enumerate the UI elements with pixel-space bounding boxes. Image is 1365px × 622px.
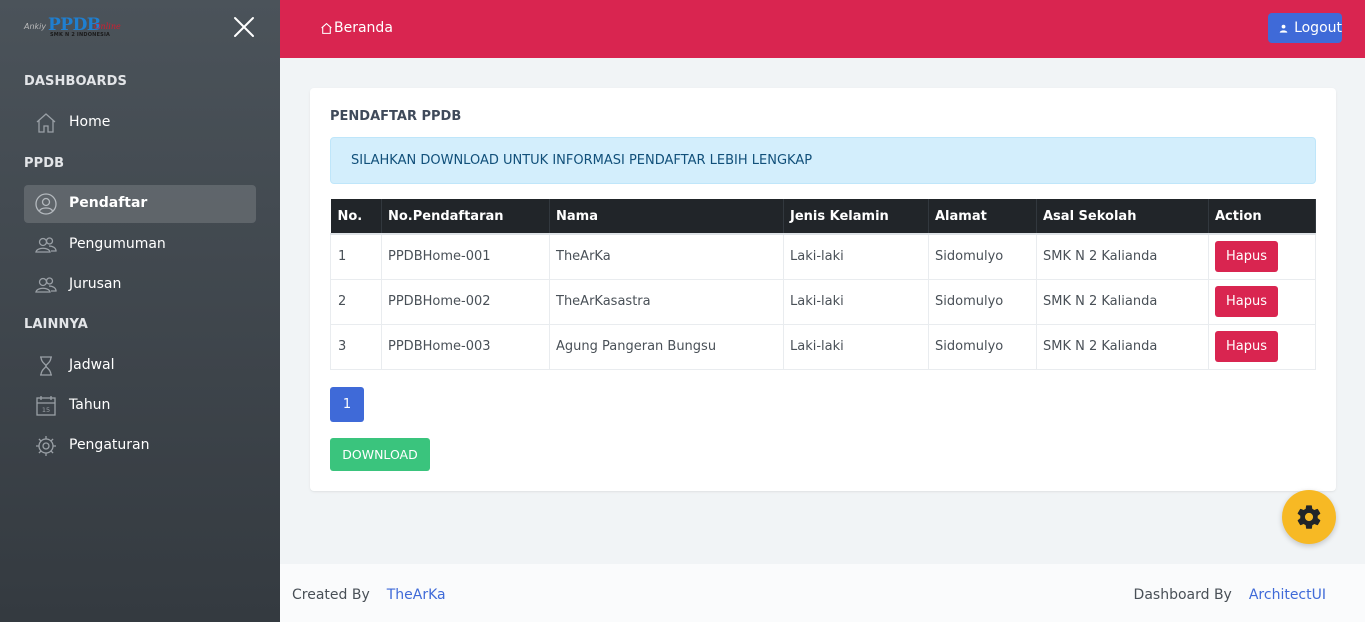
hourglass-icon [40,356,52,376]
sidebar-item-label: Pengaturan [69,437,150,453]
gear-icon [36,436,56,456]
table-cell: Hapus [1208,278,1316,325]
sidebar-heading-lainnya: LAINNYA [24,317,88,332]
table-cell: Hapus [1208,323,1316,370]
sidebar-item-label: Jurusan [69,276,122,292]
table-cell: Agung Pangeran Bungsu [549,323,784,370]
download-button[interactable]: DOWNLOAD [330,438,430,471]
sidebar-item-label: Jadwal [69,357,115,373]
calendar-icon: 15 [36,396,56,416]
table-cell: PPDBHome-001 [381,233,550,280]
footer-credit: Created By TheArKa [292,587,446,603]
created-by-link[interactable]: TheArKa [387,587,446,603]
column-header: Action [1208,199,1316,235]
created-by-label: Created By [292,587,370,603]
dashboard-by-link[interactable]: ArchitectUI [1249,587,1326,603]
table-cell: Laki-laki [783,278,929,325]
sidebar: Ankiy PPDB Online SMK N 2 INDONESIA DASH… [0,0,280,622]
logout-label: Logout [1294,20,1342,36]
user-circle-icon [35,193,57,215]
top-header: Beranda Logout [280,0,1365,58]
registrants-card: PENDAFTAR PPDB SILAHKAN DOWNLOAD UNTUK I… [310,88,1336,491]
home-icon [321,22,332,34]
dashboard-by-label: Dashboard By [1133,587,1232,603]
sidebar-heading-ppdb: PPDB [24,156,65,171]
breadcrumb[interactable]: Beranda [320,20,393,36]
app-logo[interactable]: Ankiy PPDB Online SMK N 2 INDONESIA [24,16,124,42]
close-icon [234,17,254,37]
table-row: 2 PPDBHome-002 TheArKasastra Laki-laki S… [330,278,1316,325]
table-cell: TheArKasastra [549,278,784,325]
table-cell: Hapus [1208,233,1316,280]
sidebar-item-label: Pengumuman [69,236,166,252]
table-cell: SMK N 2 Kalianda [1036,278,1209,325]
column-header: Jenis Kelamin [783,199,929,235]
theme-settings-button[interactable] [1282,490,1336,544]
table-cell: PPDBHome-002 [381,278,550,325]
pagination-page-button[interactable]: 1 [330,387,364,422]
column-header: No. [330,199,382,235]
sidebar-item-jurusan[interactable]: Jurusan [24,266,256,304]
table-cell: Laki-laki [783,323,929,370]
delete-button[interactable]: Hapus [1215,286,1278,317]
delete-button[interactable]: Hapus [1215,331,1278,362]
gear-icon [1297,505,1321,529]
table-cell: SMK N 2 Kalianda [1036,233,1209,280]
sidebar-item-label: Pendaftar [69,195,148,211]
sidebar-header: Ankiy PPDB Online SMK N 2 INDONESIA [0,0,280,58]
table-cell: Sidomulyo [928,233,1037,280]
info-alert: SILAHKAN DOWNLOAD UNTUK INFORMASI PENDAF… [330,137,1316,184]
table-row: 3 PPDBHome-003 Agung Pangeran Bungsu Lak… [330,323,1316,370]
table-cell: Laki-laki [783,233,929,280]
delete-button[interactable]: Hapus [1215,241,1278,273]
sidebar-item-jadwal[interactable]: Jadwal [24,347,256,385]
column-header: Alamat [928,199,1037,235]
user-icon [1279,24,1288,33]
page-footer: Created By TheArKa Dashboard By ArchitectU… [280,564,1365,622]
column-header: Asal Sekolah [1036,199,1209,235]
users-icon [35,237,57,253]
logo-left-text: Ankiy [24,22,47,31]
logo-script-text: Online [94,22,121,31]
table-row: 1 PPDBHome-001 TheArKa Laki-laki Sidomul… [330,233,1316,280]
column-header: Nama [549,199,784,235]
registrants-table: No. No.Pendaftaran Nama Jenis Kelamin Al… [330,199,1316,370]
table-cell: 3 [330,323,382,370]
table-cell: Sidomulyo [928,278,1037,325]
sidebar-item-label: Tahun [69,397,111,413]
sidebar-item-pengaturan[interactable]: Pengaturan [24,427,256,465]
sidebar-item-tahun[interactable]: 15 Tahun [24,387,256,425]
logo-sub-text: SMK N 2 INDONESIA [50,32,111,38]
table-cell: 2 [330,278,382,325]
sidebar-heading-dashboards: DASHBOARDS [24,74,127,89]
table-cell: 1 [330,233,382,280]
column-header: No.Pendaftaran [381,199,550,235]
breadcrumb-label: Beranda [334,20,393,36]
table-cell: PPDBHome-003 [381,323,550,370]
sidebar-item-pendaftar[interactable]: Pendaftar [24,185,256,223]
logout-button[interactable]: Logout [1268,13,1342,43]
svg-text:15: 15 [42,406,50,414]
home-icon [36,113,56,133]
table-cell: Sidomulyo [928,323,1037,370]
table-header-row: No. No.Pendaftaran Nama Jenis Kelamin Al… [330,199,1316,235]
table-cell: TheArKa [549,233,784,280]
close-sidebar-button[interactable] [232,15,256,39]
sidebar-item-home[interactable]: Home [24,104,256,142]
card-title: PENDAFTAR PPDB [330,109,462,124]
footer-dashboard-credit: Dashboard By ArchitectUI [1134,587,1326,603]
users-icon [35,277,57,293]
sidebar-item-pengumuman[interactable]: Pengumuman [24,226,256,264]
table-cell: SMK N 2 Kalianda [1036,323,1209,370]
sidebar-item-label: Home [69,114,111,130]
